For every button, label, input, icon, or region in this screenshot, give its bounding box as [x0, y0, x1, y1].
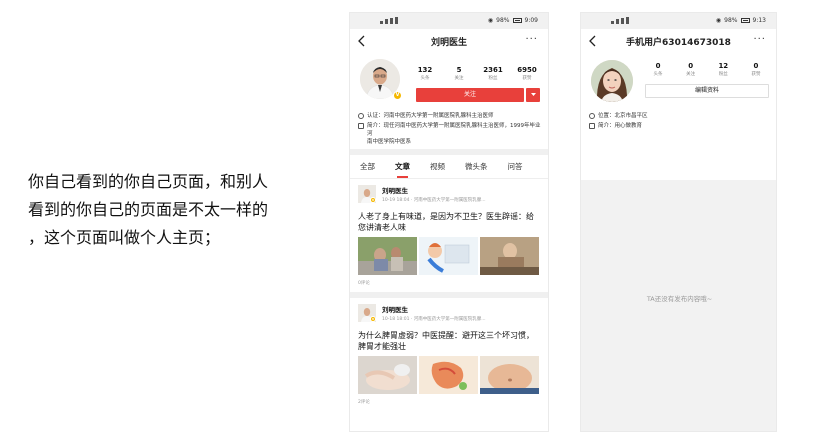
back-arrow-icon[interactable]: [356, 35, 368, 47]
wifi-icon: ◉: [715, 17, 722, 24]
post-header: V 刘明医生 10-19 18:04 · 河南中医药大学第一附属医院乳腺...: [358, 185, 540, 207]
post-subtitle: 10-18 18:01 · 河南中医药大学第一附属医院乳腺...: [382, 317, 486, 322]
post-image[interactable]: [419, 356, 478, 394]
phone-screenshot-other-profile: ◉ 98% 9:09 刘明医生 ··· V 132 头条 5 关注 2361 粉…: [349, 12, 549, 432]
profile-header: 0 头条 0 关注 12 粉丝 0 获赞 编辑资料 位置：北京市昌平区 简介：用心做教育: [581, 54, 776, 180]
post-meta: 刘明医生 10-19 18:04 · 河南中医药大学第一附属医院乳腺...: [382, 185, 486, 203]
verified-icon: [358, 113, 364, 119]
tab-articles[interactable]: 文章: [395, 161, 410, 178]
post-title[interactable]: 为什么脾胃虚弱？中医提醒：避开这三个坏习惯，脾胃才能强壮: [358, 330, 540, 352]
status-right: ◉ 98% 9:13: [716, 17, 766, 24]
tab-qa[interactable]: 问答: [508, 161, 523, 172]
follow-dropdown-button[interactable]: [526, 88, 540, 102]
content-tabs: 全部 文章 视频 微头条 问答: [350, 155, 548, 179]
post-comment-count: 2评论: [358, 400, 370, 405]
intro-line: 简介：现任河南中医药大学第一附属医院乳腺科主治医师，1999年毕业河 南中医学院…: [358, 122, 544, 146]
follow-button[interactable]: 关注: [416, 88, 524, 102]
intro-text: 简介：现任河南中医药大学第一附属医院乳腺科主治医师，1999年毕业河 南中医学院…: [367, 123, 541, 145]
verification-text: 认证：河南中医药大学第一附属医院乳腺科主治医师: [367, 113, 494, 119]
edit-profile-button[interactable]: 编辑资料: [645, 84, 769, 98]
nav-bar: 刘明医生 ···: [350, 29, 548, 54]
post-image[interactable]: [358, 237, 417, 275]
post-thumbnails: [358, 237, 540, 275]
post-image[interactable]: [480, 237, 539, 275]
nav-bar: 手机用户63014673018 ···: [581, 29, 776, 54]
signal-icon: [611, 17, 629, 24]
post-image[interactable]: [358, 356, 417, 394]
caption-line-1: 你自己看到的你自己页面，和别人: [28, 172, 269, 191]
avatar[interactable]: V: [358, 304, 376, 322]
stat-followers[interactable]: 12 粉丝: [708, 62, 738, 77]
stat-following[interactable]: 5 关注: [444, 66, 474, 81]
location-line: 位置：北京市昌平区: [589, 112, 648, 120]
battery-percent: 98%: [724, 17, 738, 24]
status-bar: ◉ 98% 9:13: [581, 13, 776, 29]
stat-posts[interactable]: 0 头条: [643, 62, 673, 77]
tab-all[interactable]: 全部: [360, 161, 375, 172]
post-author[interactable]: 刘明医生: [382, 304, 486, 314]
back-arrow-icon[interactable]: [587, 35, 599, 47]
intro-icon: [589, 123, 595, 129]
post-subtitle: 10-19 18:04 · 河南中医药大学第一附属医院乳腺...: [382, 198, 486, 203]
profile-header: V 132 头条 5 关注 2361 粉丝 6950 获赞 关注 认证：河南中医药大学第…: [350, 54, 548, 149]
status-right: ◉ 98% 9:09: [488, 17, 538, 24]
post-image[interactable]: [419, 237, 478, 275]
post-header: V 刘明医生 10-18 18:01 · 河南中医药大学第一附属医院乳腺...: [358, 304, 540, 326]
avatar[interactable]: V: [358, 185, 376, 203]
chevron-down-icon: [530, 93, 536, 96]
stat-following[interactable]: 0 关注: [676, 62, 706, 77]
stat-likes[interactable]: 6950 获赞: [512, 66, 542, 81]
profile-stats: 0 头条 0 关注 12 粉丝 0 获赞: [643, 62, 771, 77]
post-comment-count: 0评论: [358, 281, 370, 286]
empty-state-text: TA还没有发布内容哦~: [646, 295, 713, 303]
verified-badge-icon: V: [393, 91, 402, 100]
tab-videos[interactable]: 视频: [430, 161, 445, 172]
wifi-icon: ◉: [487, 17, 494, 24]
phone-screenshot-own-profile: ◉ 98% 9:13 手机用户63014673018 ··· 0 头条 0 关注…: [580, 12, 777, 432]
list-item[interactable]: V 刘明医生 10-18 18:01 · 河南中医药大学第一附属医院乳腺... …: [350, 298, 548, 411]
intro-text: 简介：用心做教育: [598, 123, 643, 129]
verified-badge-icon: V: [370, 316, 376, 322]
battery-percent: 98%: [496, 17, 510, 24]
status-time: 9:13: [752, 17, 766, 24]
battery-icon: [740, 18, 750, 23]
intro-icon: [358, 123, 364, 129]
more-menu-icon[interactable]: ···: [525, 35, 538, 45]
signal-icon: [380, 17, 398, 24]
verification-line: 认证：河南中医药大学第一附属医院乳腺科主治医师: [358, 112, 494, 120]
stat-likes[interactable]: 0 获赞: [741, 62, 771, 77]
page-title: 刘明医生: [430, 38, 467, 48]
intro-line: 简介：用心做教育: [589, 122, 642, 130]
stat-posts[interactable]: 132 头条: [410, 66, 440, 81]
verified-badge-icon: V: [370, 197, 376, 203]
post-image[interactable]: [480, 356, 539, 394]
status-time: 9:09: [524, 17, 538, 24]
list-item[interactable]: V 刘明医生 10-19 18:04 · 河南中医药大学第一附属医院乳腺... …: [350, 179, 548, 292]
location-text: 位置：北京市昌平区: [598, 113, 648, 119]
caption-line-2: 看到的你自己的页面是不太一样的: [28, 200, 269, 219]
tab-micro-posts[interactable]: 微头条: [465, 161, 488, 172]
post-author[interactable]: 刘明医生: [382, 185, 486, 195]
page-title: 手机用户63014673018: [626, 38, 731, 48]
status-bar: ◉ 98% 9:09: [350, 13, 548, 29]
location-pin-icon: [589, 113, 595, 119]
stat-followers[interactable]: 2361 粉丝: [478, 66, 508, 81]
post-meta: 刘明医生 10-18 18:01 · 河南中医药大学第一附属医院乳腺...: [382, 304, 486, 322]
profile-stats: 132 头条 5 关注 2361 粉丝 6950 获赞: [410, 66, 542, 81]
post-title[interactable]: 人老了身上有味道，是因为不卫生？医生辟谣：给您讲清老人味: [358, 211, 540, 233]
caption-line-3: ，这个页面叫做个人主页；: [28, 228, 221, 247]
caption-text-block: 你自己看到的你自己页面，和别人 看到的你自己的页面是不太一样的 ，这个页面叫做个…: [28, 168, 328, 252]
post-thumbnails: [358, 356, 540, 394]
avatar[interactable]: [591, 60, 633, 102]
more-menu-icon[interactable]: ···: [753, 35, 766, 45]
battery-icon: [512, 18, 522, 23]
